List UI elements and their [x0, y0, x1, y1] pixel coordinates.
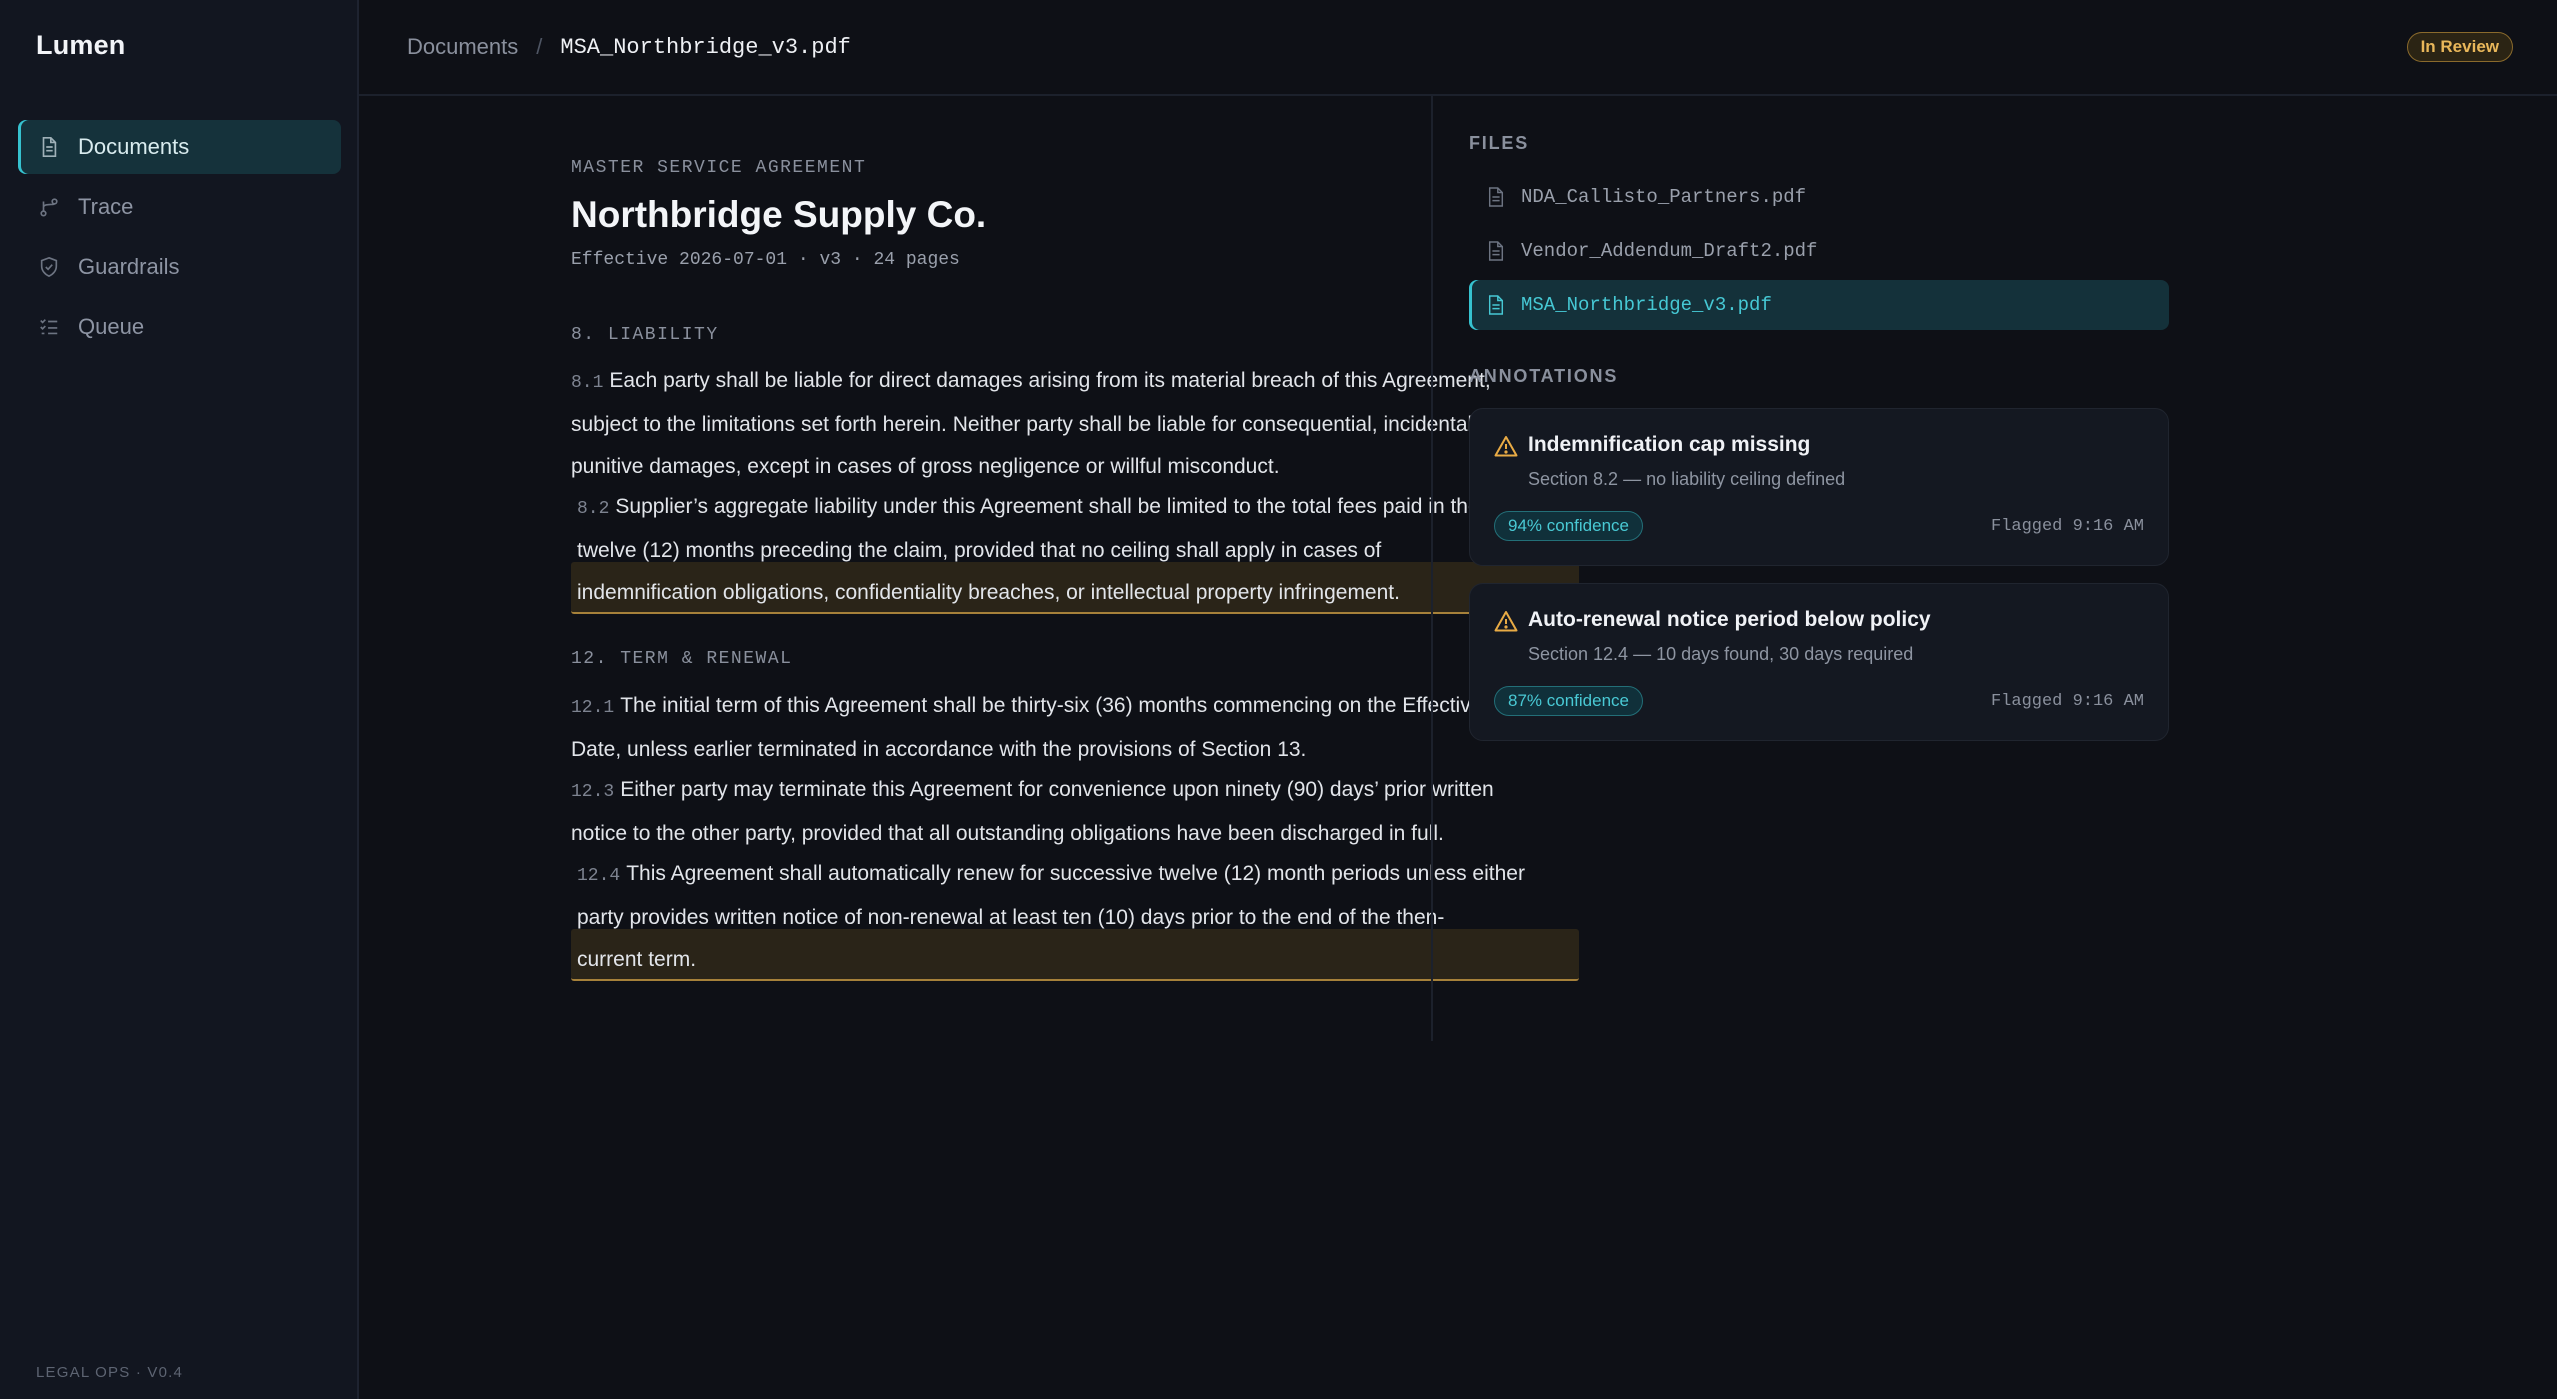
sidebar-item-queue[interactable]: Queue [18, 300, 341, 354]
topbar: Documents / MSA_Northbridge_v3.pdf In Re… [359, 0, 2557, 96]
clause-text: current term. [577, 948, 697, 971]
clause-text: This Agreement shall automatically renew… [626, 862, 1525, 885]
clause-text: twelve (12) months preceding the claim, … [577, 539, 1382, 562]
clause-number: 12.1 [571, 698, 615, 718]
clause-12-4[interactable]: 12.4 This Agreement shall automatically r… [571, 853, 1579, 981]
status-badge: In Review [2406, 32, 2513, 62]
section-heading-liability: 8. LIABILITY [571, 325, 719, 345]
version-label: LEGAL OPS · V0.4 [36, 1364, 184, 1381]
clause-text: indemnification obligations, confidentia… [577, 581, 1400, 604]
document-type: MASTER SERVICE AGREEMENT [571, 158, 867, 178]
section-heading-term-renewal: 12. TERM & RENEWAL [571, 649, 793, 669]
file-name: NDA_Callisto_Partners.pdf [1521, 186, 1807, 208]
file-icon [1488, 241, 1504, 261]
clause-text: Either party may terminate this Agreemen… [620, 778, 1494, 801]
sidebar: Lumen Documents Trace Guardrails Queue L… [0, 0, 359, 1399]
list-check-icon [40, 319, 58, 335]
file-name: MSA_Northbridge_v3.pdf [1521, 294, 1772, 316]
breadcrumb-documents-link[interactable]: Documents [407, 34, 518, 60]
clause-text: Supplier’s aggregate liability under thi… [615, 495, 1480, 518]
clause-number: 12.4 [577, 866, 621, 886]
file-item[interactable]: Vendor_Addendum_Draft2.pdf [1469, 226, 2169, 276]
flagged-timestamp: Flagged 9:16 AM [1990, 692, 2144, 711]
clause-number: 8.1 [571, 373, 604, 393]
annotations-heading: ANNOTATIONS [1469, 366, 1619, 386]
sidebar-item-label: Documents [78, 134, 190, 159]
confidence-badge: 87% confidence [1494, 686, 1643, 716]
document-icon [42, 137, 57, 157]
sidebar-item-label: Queue [78, 314, 145, 339]
annotation-title: Auto-renewal notice period below policy [1528, 608, 1931, 631]
clause-text: notice to the other party, provided that… [571, 822, 1444, 845]
clause-text: party provides written notice of non-ren… [577, 906, 1445, 929]
breadcrumb-separator: / [536, 34, 543, 59]
clause-text: Date, unless earlier terminated in accor… [571, 738, 1307, 761]
clause-number: 12.3 [571, 782, 615, 802]
file-name: Vendor_Addendum_Draft2.pdf [1521, 240, 1818, 262]
sidebar-item-trace[interactable]: Trace [18, 180, 341, 234]
clause-number: 8.2 [577, 499, 610, 519]
file-icon [1488, 187, 1504, 207]
clause-text: subject to the limitations set forth her… [571, 413, 1503, 436]
sidebar-item-guardrails[interactable]: Guardrails [18, 240, 341, 294]
document-meta: Effective 2026-07-01 · v3 · 24 pages [571, 250, 960, 270]
shield-icon [40, 256, 58, 278]
flagged-timestamp: Flagged 9:16 AM [1990, 517, 2144, 536]
app-root: Lumen Documents Trace Guardrails Queue L… [0, 0, 2557, 1399]
sidebar-item-documents[interactable]: Documents [18, 120, 341, 174]
warning-icon [1494, 611, 1518, 632]
breadcrumb-current-file: MSA_Northbridge_v3.pdf [560, 34, 851, 60]
file-item-active[interactable]: MSA_Northbridge_v3.pdf [1469, 280, 2169, 330]
sidebar-item-label: Trace [78, 194, 134, 219]
clause-8-1: 8.1 Each party shall be liable for direct… [571, 360, 1579, 488]
right-panel: FILES NDA_Callisto_Partners.pdf Vendor_A… [1431, 96, 2557, 1041]
annotation-detail: Section 8.2 — no liability ceiling defin… [1528, 469, 1846, 489]
annotation-card[interactable]: Indemnification cap missing Section 8.2 … [1469, 408, 2169, 566]
file-item[interactable]: NDA_Callisto_Partners.pdf [1469, 172, 2169, 222]
clause-text: punitive damages, except in cases of gro… [571, 455, 1280, 478]
files-heading: FILES [1469, 133, 1530, 153]
confidence-badge: 94% confidence [1494, 511, 1643, 541]
clause-12-1: 12.1 The initial term of this Agreement s… [571, 685, 1579, 771]
clause-text: The initial term of this Agreement shall… [620, 694, 1483, 717]
warning-icon [1494, 436, 1518, 457]
clause-text: Each party shall be liable for direct da… [609, 369, 1491, 392]
clause-12-3: 12.3 Either party may terminate this Agre… [571, 769, 1579, 855]
document-title: Northbridge Supply Co. [571, 194, 987, 235]
clause-8-2[interactable]: 8.2 Supplier’s aggregate liability under … [571, 486, 1579, 614]
file-icon [1488, 295, 1504, 315]
annotation-title: Indemnification cap missing [1528, 433, 1811, 456]
annotation-card[interactable]: Auto-renewal notice period below policy … [1469, 583, 2169, 741]
sidebar-item-label: Guardrails [78, 254, 180, 279]
app-logo: Lumen [36, 30, 126, 60]
branch-icon [40, 198, 58, 217]
annotation-detail: Section 12.4 — 10 days found, 30 days re… [1528, 644, 1914, 664]
sidebar-nav: Documents Trace Guardrails Queue [18, 120, 341, 360]
